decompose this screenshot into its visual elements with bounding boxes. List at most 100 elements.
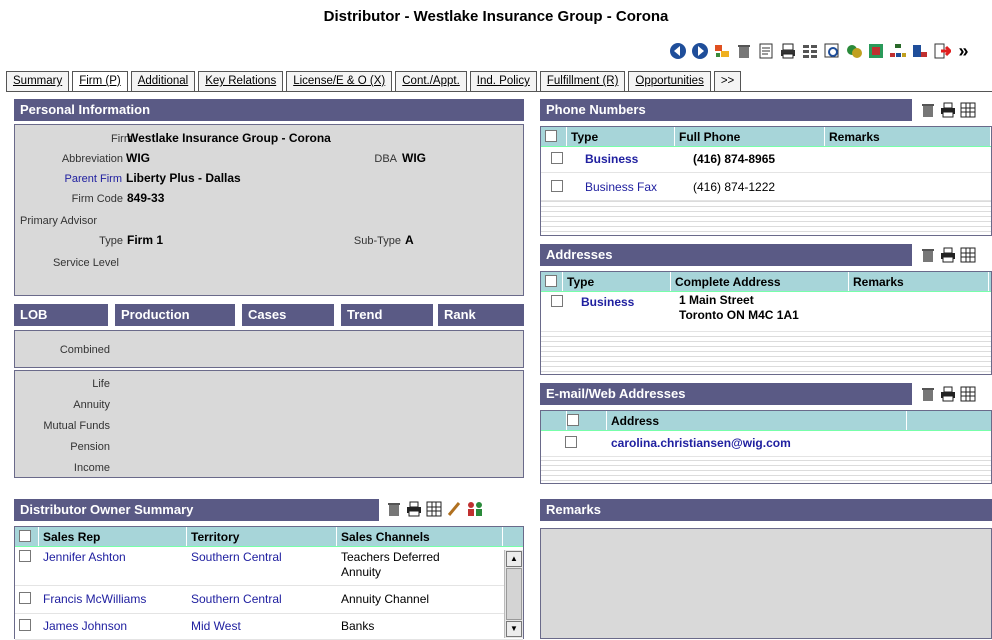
territory-link[interactable]: Mid West bbox=[187, 616, 337, 639]
col-complete-address[interactable]: Complete Address bbox=[671, 272, 849, 291]
print-icon[interactable] bbox=[406, 501, 422, 517]
territory-link[interactable]: Southern Central bbox=[187, 589, 337, 613]
address-line-1: 1 Main Street bbox=[679, 293, 754, 307]
report-icon[interactable] bbox=[910, 42, 929, 61]
trash-icon[interactable] bbox=[734, 42, 753, 61]
grid-icon[interactable] bbox=[960, 247, 976, 263]
scroll-down-arrow-icon[interactable]: ▼ bbox=[506, 621, 522, 637]
grid-icon[interactable] bbox=[960, 102, 976, 118]
print-icon[interactable] bbox=[778, 42, 797, 61]
select-all-checkbox[interactable] bbox=[19, 530, 31, 542]
trash-icon[interactable] bbox=[920, 386, 936, 402]
sales-rep-link[interactable]: Jennifer Ashton bbox=[39, 547, 187, 585]
phone-number: (416) 874-1222 bbox=[693, 180, 776, 194]
print-icon[interactable] bbox=[940, 102, 956, 118]
addresses-header: Addresses bbox=[540, 244, 912, 266]
print-icon[interactable] bbox=[940, 247, 956, 263]
people-swap-icon[interactable] bbox=[466, 501, 482, 517]
parent-firm-link[interactable]: Parent Firm bbox=[15, 173, 122, 185]
tab-ind-policy[interactable]: Ind. Policy bbox=[469, 71, 537, 92]
trash-icon[interactable] bbox=[920, 102, 936, 118]
tab-cont-appt[interactable]: Cont./Appt. bbox=[395, 71, 467, 92]
row-checkbox[interactable] bbox=[551, 295, 563, 307]
col-type[interactable]: Type bbox=[567, 127, 675, 146]
select-all-checkbox[interactable] bbox=[567, 414, 579, 426]
trash-icon[interactable] bbox=[920, 247, 936, 263]
table-row[interactable]: Jennifer Ashton Southern Central Teacher… bbox=[15, 547, 523, 586]
tab-divider bbox=[6, 91, 992, 92]
list-icon[interactable] bbox=[800, 42, 819, 61]
print-icon[interactable] bbox=[940, 386, 956, 402]
tab-summary[interactable]: Summary bbox=[6, 71, 70, 92]
owner-summary-scrollbar[interactable]: ▲ ▼ bbox=[504, 550, 523, 638]
sales-rep-link[interactable]: James Johnson bbox=[39, 616, 187, 639]
sub-type-label: Sub-Type bbox=[353, 235, 401, 247]
tab-opportunities[interactable]: Opportunities bbox=[628, 71, 711, 92]
email-link[interactable]: carolina.christiansen@wig.com bbox=[607, 433, 907, 456]
phone-type-link[interactable]: Business bbox=[581, 149, 689, 172]
row-checkbox[interactable] bbox=[19, 619, 31, 631]
col-type[interactable]: Type bbox=[563, 272, 671, 291]
table-row[interactable]: Business 1 Main Street Toronto ON M4C 1A… bbox=[541, 292, 991, 332]
col-sales-rep[interactable]: Sales Rep bbox=[39, 527, 187, 546]
sales-rep-link[interactable]: Francis McWilliams bbox=[39, 589, 187, 613]
firm-code-label: Firm Code bbox=[71, 193, 123, 205]
row-checkbox[interactable] bbox=[551, 180, 563, 192]
tab-bar: Summary Firm (P) Additional Key Relation… bbox=[6, 71, 744, 92]
table-row[interactable]: carolina.christiansen@wig.com bbox=[541, 431, 991, 457]
edit-pencil-icon[interactable] bbox=[446, 501, 462, 517]
phone-type-link[interactable]: Business Fax bbox=[581, 177, 689, 200]
tree-icon[interactable] bbox=[866, 42, 885, 61]
lob-combined-panel: Combined bbox=[14, 330, 524, 368]
grid-icon[interactable] bbox=[426, 501, 442, 517]
col-territory[interactable]: Territory bbox=[187, 527, 337, 546]
table-row[interactable]: Francis McWilliams Southern Central Annu… bbox=[15, 586, 523, 614]
service-level-label: Service Level bbox=[52, 257, 119, 269]
firm-code-value: 849-33 bbox=[127, 191, 165, 205]
select-all-checkbox[interactable] bbox=[545, 275, 557, 287]
tab-additional[interactable]: Additional bbox=[130, 71, 196, 92]
type-value: Firm 1 bbox=[127, 233, 164, 247]
tab-firm[interactable]: Firm (P) bbox=[72, 71, 128, 92]
merge-icon[interactable] bbox=[844, 42, 863, 61]
lob-pension-label: Pension bbox=[70, 441, 110, 453]
row-checkbox[interactable] bbox=[19, 592, 31, 604]
window-title: Distributor - Westlake Insurance Group -… bbox=[323, 8, 669, 25]
remarks-panel[interactable] bbox=[540, 528, 992, 639]
scroll-thumb[interactable] bbox=[506, 568, 522, 620]
sales-channel: Banks bbox=[341, 619, 375, 633]
col-remarks[interactable]: Remarks bbox=[825, 127, 991, 146]
select-all-checkbox[interactable] bbox=[545, 130, 557, 142]
more-icon[interactable]: » bbox=[954, 42, 973, 61]
row-checkbox[interactable] bbox=[19, 550, 31, 562]
table-row[interactable]: Business Fax (416) 874-1222 bbox=[541, 173, 991, 201]
note-icon[interactable] bbox=[756, 42, 775, 61]
hierarchy-icon[interactable] bbox=[888, 42, 907, 61]
tab-key-relations[interactable]: Key Relations bbox=[198, 71, 284, 92]
tab-license[interactable]: License/E & O (X) bbox=[286, 71, 393, 92]
forward-icon[interactable] bbox=[690, 42, 709, 61]
col-sales-channels[interactable]: Sales Channels bbox=[337, 527, 503, 546]
scroll-up-arrow-icon[interactable]: ▲ bbox=[506, 551, 522, 567]
table-row[interactable]: James Johnson Mid West Banks bbox=[15, 614, 523, 640]
tab-fulfillment[interactable]: Fulfillment (R) bbox=[539, 71, 626, 92]
tab-more[interactable]: >> bbox=[713, 71, 742, 92]
sub-type-value: A bbox=[405, 233, 414, 247]
exit-icon[interactable] bbox=[932, 42, 951, 61]
territory-link[interactable]: Southern Central bbox=[187, 547, 337, 585]
back-icon[interactable] bbox=[668, 42, 687, 61]
address-type-link[interactable]: Business bbox=[577, 292, 675, 331]
phone-header-row: Type Full Phone Remarks bbox=[541, 127, 991, 147]
preview-icon[interactable] bbox=[822, 42, 841, 61]
trend-col-header: Trend bbox=[341, 304, 433, 326]
grid-icon[interactable] bbox=[960, 386, 976, 402]
table-row[interactable]: Business (416) 874-8965 bbox=[541, 147, 991, 173]
trash-icon[interactable] bbox=[386, 501, 402, 517]
col-address[interactable]: Address bbox=[607, 411, 907, 430]
row-checkbox[interactable] bbox=[551, 152, 563, 164]
tag-icon[interactable] bbox=[712, 42, 731, 61]
abbreviation-label: Abbreviation bbox=[61, 153, 123, 165]
col-remarks[interactable]: Remarks bbox=[849, 272, 989, 291]
row-checkbox[interactable] bbox=[565, 436, 577, 448]
col-full-phone[interactable]: Full Phone bbox=[675, 127, 825, 146]
